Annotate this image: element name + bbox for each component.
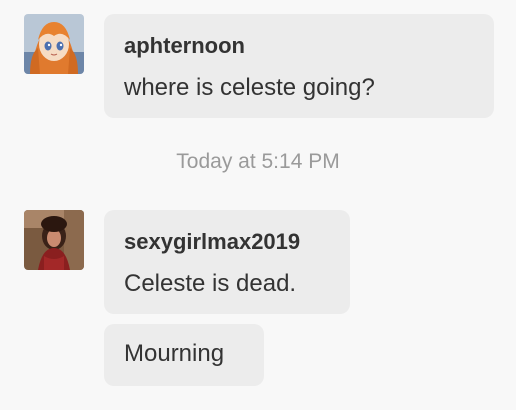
chat-thread: aphternoon where is celeste going? Today… bbox=[0, 0, 516, 410]
user-avatar-aphternoon[interactable] bbox=[24, 14, 84, 74]
message-text: Mourning bbox=[124, 340, 225, 367]
message-username[interactable]: aphternoon bbox=[124, 33, 245, 59]
message-bubble[interactable] bbox=[104, 210, 350, 314]
message-bubble[interactable] bbox=[104, 14, 494, 118]
user-avatar-sexygirlmax2019[interactable] bbox=[24, 210, 84, 270]
message-text: where is celeste going? bbox=[124, 74, 375, 101]
message-text: Celeste is dead. bbox=[124, 270, 297, 297]
message-username[interactable]: sexygirlmax2019 bbox=[124, 229, 300, 255]
anime-girl-avatar-icon bbox=[24, 14, 84, 74]
photo-avatar-icon bbox=[24, 210, 84, 270]
timestamp-divider: Today at 5:14 PM bbox=[0, 150, 516, 174]
timestamp-label: Today at 5:14 PM bbox=[176, 150, 340, 173]
